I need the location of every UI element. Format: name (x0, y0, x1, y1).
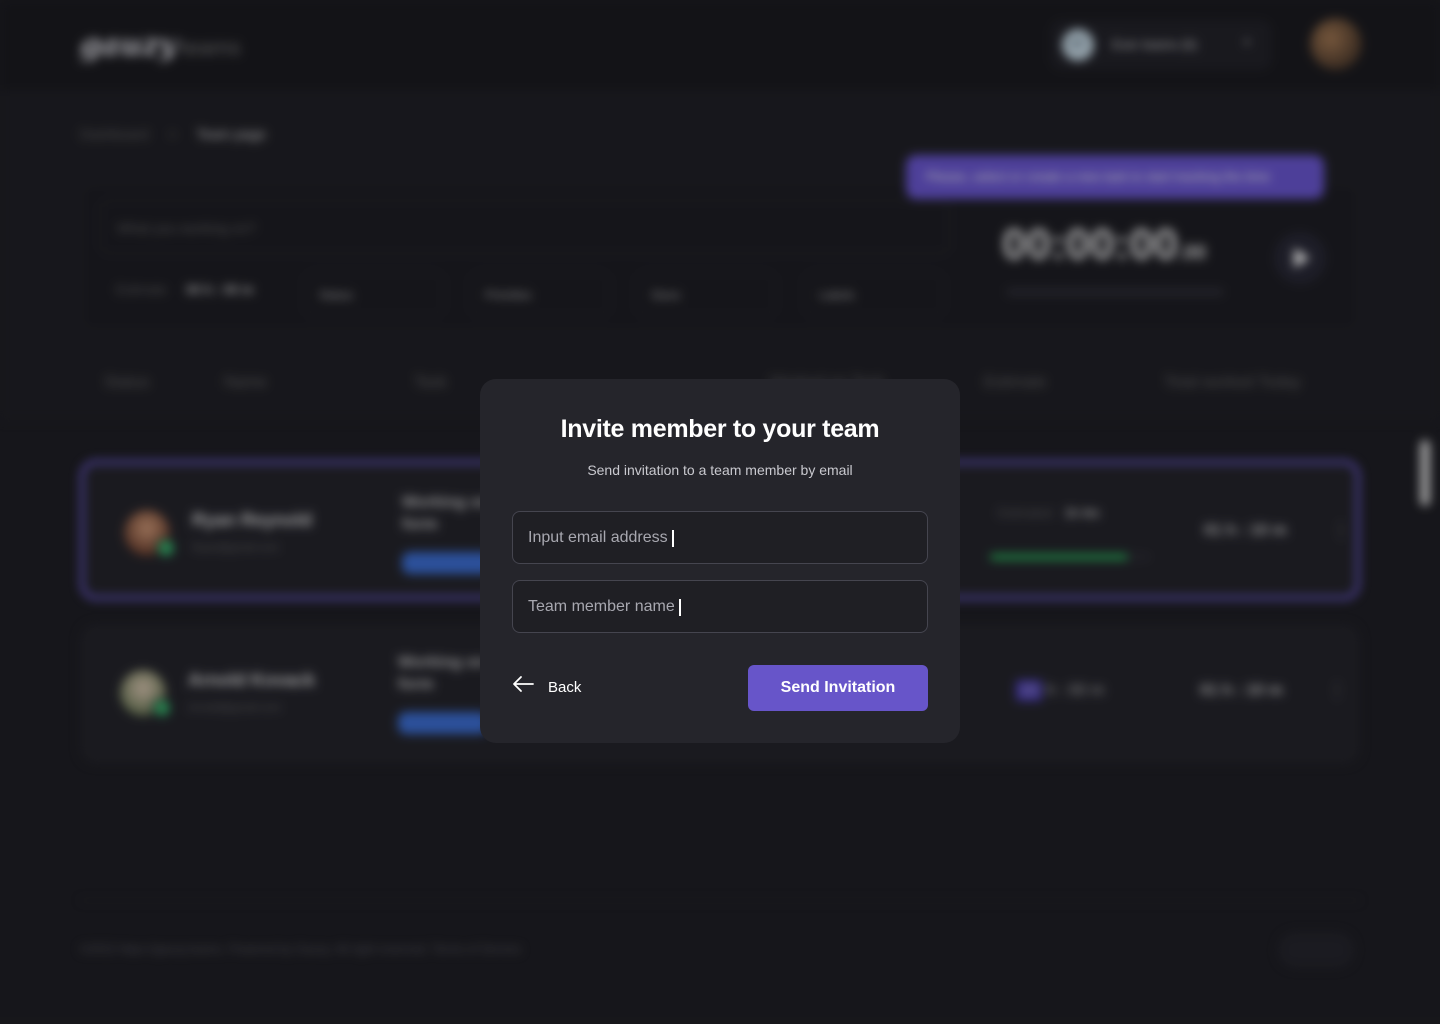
back-button[interactable]: Back (512, 667, 602, 709)
send-invitation-button[interactable]: Send Invitation (748, 665, 928, 711)
modal-subtitle: Send invitation to a team member by emai… (587, 462, 853, 478)
text-cursor (678, 599, 681, 616)
email-input[interactable] (528, 512, 908, 563)
arrow-left-icon (513, 676, 534, 692)
member-name-field[interactable] (512, 580, 928, 633)
modal-title: Invite member to your team (560, 415, 880, 443)
member-name-input[interactable] (528, 581, 908, 632)
text-cursor (671, 530, 674, 547)
back-label: Back (548, 679, 582, 696)
email-field[interactable] (512, 511, 928, 564)
invite-member-modal: Invite member to your team Send invitati… (480, 379, 960, 743)
